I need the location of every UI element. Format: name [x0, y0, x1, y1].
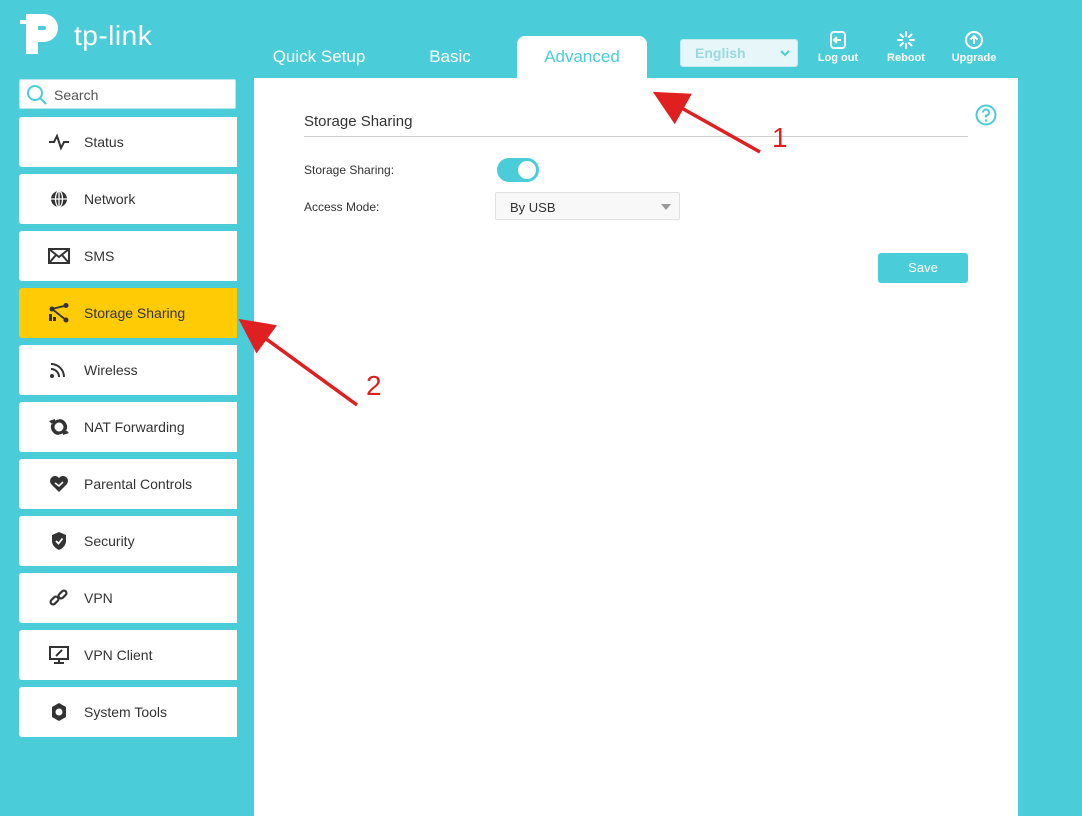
heart-icon	[50, 476, 68, 492]
reboot-label: Reboot	[887, 52, 925, 64]
sidebar-item-vpn-client[interactable]: VPN Client	[19, 630, 237, 680]
wifi-icon	[50, 363, 65, 378]
sidebar-item-system-tools[interactable]: System Tools	[19, 687, 237, 737]
sidebar-item-label: VPN Client	[84, 647, 153, 663]
search-icon	[27, 85, 47, 105]
sidebar-item-security[interactable]: Security	[19, 516, 237, 566]
sidebar-item-label: Status	[84, 134, 124, 150]
upgrade-icon	[965, 31, 983, 49]
reboot-button[interactable]: Reboot	[878, 30, 934, 64]
pulse-icon	[49, 133, 69, 151]
sidebar-item-parental-controls[interactable]: Parental Controls	[19, 459, 237, 509]
annotation-label-2: 2	[366, 370, 382, 401]
save-button[interactable]: Save	[878, 253, 968, 283]
sidebar-item-label: Parental Controls	[84, 476, 193, 492]
tab-basic[interactable]: Basic	[400, 36, 500, 78]
tab-advanced[interactable]: Advanced	[517, 36, 647, 78]
nat-icon	[49, 418, 69, 436]
search-input[interactable]: Search	[54, 87, 98, 103]
sidebar-item-label: Wireless	[84, 362, 138, 378]
sidebar-item-label: System Tools	[84, 704, 167, 720]
sidebar-item-storage-sharing[interactable]: Storage Sharing	[19, 288, 237, 338]
content-panel	[254, 78, 1018, 816]
tab-quick-setup[interactable]: Quick Setup	[254, 36, 384, 78]
sidebar-item-wireless[interactable]: Wireless	[19, 345, 237, 395]
sidebar-item-label: Storage Sharing	[84, 305, 186, 321]
language-select[interactable]: English	[680, 39, 798, 67]
upgrade-button[interactable]: Upgrade	[946, 30, 1002, 64]
page-title: Storage Sharing	[304, 113, 413, 130]
dropdown-arrow-icon	[661, 204, 671, 210]
toggle-knob	[518, 161, 536, 179]
sidebar-item-vpn[interactable]: VPN	[19, 573, 237, 623]
monitor-icon	[49, 646, 69, 664]
tp-link-logo-mark-icon	[20, 14, 58, 54]
sidebar-item-label: Security	[84, 533, 135, 549]
globe-icon	[51, 190, 67, 208]
storage-sharing-label: Storage Sharing:	[304, 163, 395, 177]
sidebar-item-status[interactable]: Status	[19, 117, 237, 167]
sidebar-item-label: SMS	[84, 248, 115, 264]
access-mode-label: Access Mode:	[304, 200, 380, 214]
tp-link-logo: tp-link	[18, 12, 158, 60]
gear-icon	[52, 703, 66, 721]
help-icon[interactable]	[975, 104, 997, 126]
chevron-down-icon	[780, 50, 790, 57]
share-icon	[49, 303, 69, 323]
shield-icon	[52, 532, 66, 550]
reboot-icon	[897, 31, 915, 49]
annotation-label-1: 1	[772, 122, 788, 153]
access-mode-select[interactable]: By USB	[495, 192, 680, 220]
language-value: English	[695, 45, 746, 61]
logout-icon	[830, 31, 846, 49]
sidebar-item-label: Network	[84, 191, 136, 207]
envelope-icon	[48, 248, 70, 264]
link-icon	[49, 589, 68, 606]
access-mode-value: By USB	[510, 200, 556, 215]
sidebar-item-label: VPN	[84, 590, 113, 606]
storage-sharing-toggle[interactable]	[497, 158, 539, 182]
logo-text: tp-link	[74, 20, 153, 51]
logout-label: Log out	[817, 52, 859, 64]
sidebar-item-label: NAT Forwarding	[84, 419, 185, 435]
upgrade-label: Upgrade	[951, 52, 997, 64]
search-box[interactable]: Search	[19, 79, 236, 109]
sidebar-item-network[interactable]: Network	[19, 174, 237, 224]
sidebar-item-nat-forwarding[interactable]: NAT Forwarding	[19, 402, 237, 452]
sidebar-item-sms[interactable]: SMS	[19, 231, 237, 281]
logout-button[interactable]: Log out	[810, 30, 866, 64]
divider	[304, 136, 968, 137]
